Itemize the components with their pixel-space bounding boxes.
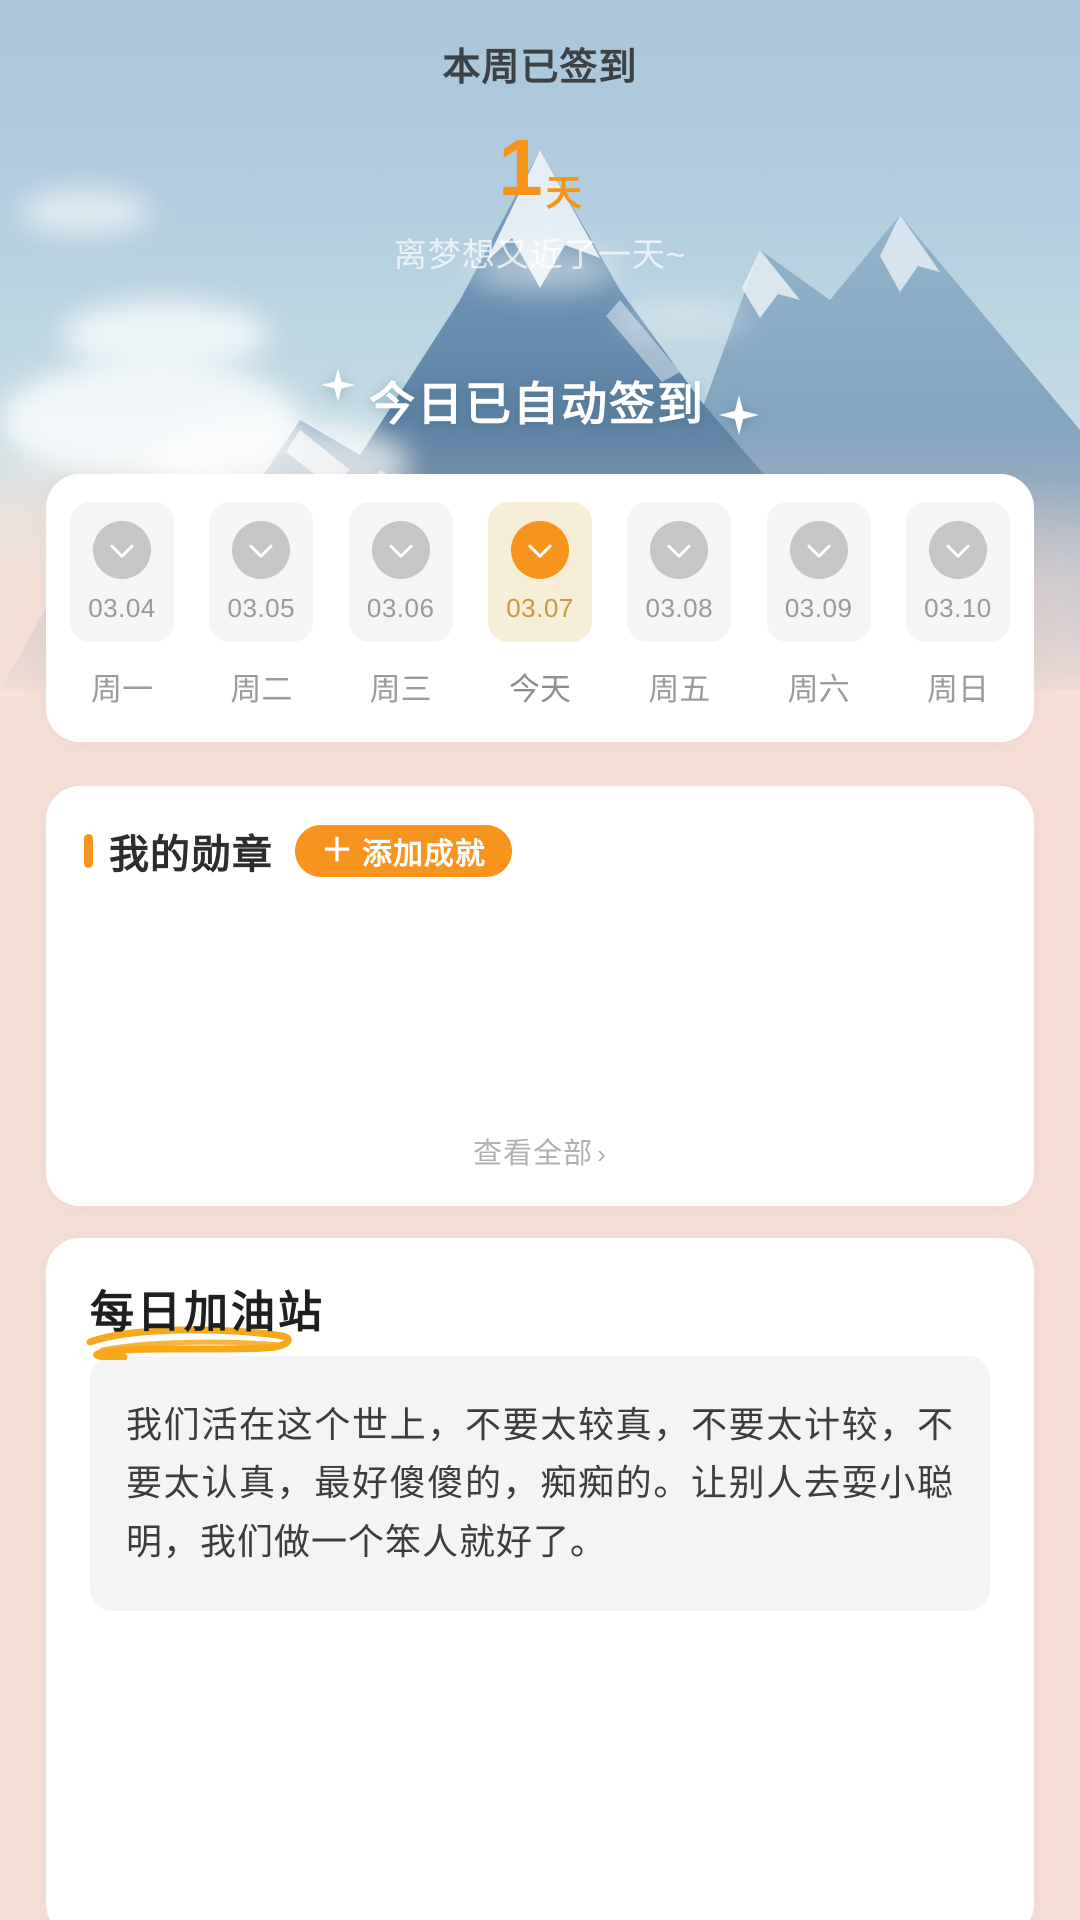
check-icon [232, 520, 291, 579]
day-tile[interactable]: 03.10 [905, 502, 1010, 642]
streak-number: 1 [498, 123, 542, 212]
view-all-badges-link[interactable]: 查看全部 › [46, 1130, 1034, 1172]
sparkle-icon [320, 367, 355, 407]
streak-counter: 1天 [0, 128, 1080, 211]
day-weekday: 周二 [230, 672, 293, 707]
day-cell[interactable]: 03.06 周三 [348, 502, 453, 709]
check-icon [650, 520, 709, 579]
day-tile[interactable]: 03.07 [487, 502, 592, 642]
day-date: 03.07 [506, 592, 574, 623]
day-date: 03.04 [88, 592, 156, 623]
page-title: 本周已签到 [442, 47, 638, 89]
day-tile[interactable]: 03.08 [627, 502, 732, 642]
day-cell[interactable]: 03.09 周六 [766, 502, 871, 709]
quote-box: 我们活在这个世上，不要太较真，不要太计较，不要太认真，最好傻傻的，痴痴的。让别人… [90, 1356, 990, 1611]
add-achievement-label: 添加成就 [362, 838, 487, 871]
streak-unit: 天 [545, 172, 582, 213]
day-date: 03.06 [366, 592, 435, 623]
weekly-checkin-card: 03.04 周一 03.05 周二 03.06 周三 03.07 今天 03.08 周五 03.09… [46, 474, 1034, 742]
my-badges-card: 我的勋章 ＋ 添加成就 查看全部 › [46, 786, 1034, 1206]
day-tile[interactable]: 03.04 [70, 502, 174, 642]
day-date: 03.10 [924, 592, 992, 623]
day-date: 03.09 [784, 592, 853, 623]
day-weekday: 周五 [648, 672, 711, 707]
daily-quote-card: 每日加油站 我们活在这个世上，不要太较真，不要太计较，不要太认真，最好傻傻的，痴… [46, 1238, 1034, 1920]
check-icon [510, 520, 569, 579]
hero-subtitle: 离梦想又近了一天~ [393, 236, 687, 273]
quote-section-title: 每日加油站 [90, 1288, 325, 1337]
view-all-label: 查看全部 [473, 1138, 594, 1170]
badges-title: 我的勋章 [109, 833, 273, 877]
quote-title-wrap: 每日加油站 [86, 1276, 325, 1361]
sparkle-icon [719, 394, 760, 440]
day-cell[interactable]: 03.04 周一 [70, 502, 174, 709]
badges-empty-area [46, 896, 1034, 1110]
day-cell[interactable]: 03.07 今天 [487, 502, 592, 709]
badges-header: 我的勋章 ＋ 添加成就 [84, 822, 513, 880]
day-cell[interactable]: 03.10 周日 [905, 502, 1010, 709]
day-weekday: 周一 [91, 672, 153, 707]
day-cell[interactable]: 03.08 周五 [627, 502, 732, 709]
quote-text: 我们活在这个世上，不要太较真，不要太计较，不要太认真，最好傻傻的，痴痴的。让别人… [126, 1404, 954, 1562]
accent-bar [84, 834, 93, 868]
check-icon [928, 520, 987, 579]
day-weekday: 周三 [369, 672, 432, 707]
check-icon [789, 520, 848, 579]
day-tile[interactable]: 03.06 [348, 502, 453, 642]
check-icon [371, 520, 430, 579]
day-weekday: 周六 [787, 672, 850, 707]
check-icon [93, 520, 151, 579]
weekday-strip: 03.04 周一 03.05 周二 03.06 周三 03.07 今天 03.08 周五 03.09… [70, 502, 1010, 709]
signin-page: 本周已签到 1天 离梦想又近了一天~ 今日已自动签到 03.04 周一 03.05 周… [0, 0, 1080, 1920]
day-date: 03.05 [227, 592, 296, 623]
day-tile[interactable]: 03.09 [766, 502, 871, 642]
day-weekday: 今天 [508, 672, 571, 707]
day-tile[interactable]: 03.05 [209, 502, 314, 642]
day-weekday: 周日 [926, 672, 989, 707]
signin-headline-row: 今日已自动签到 [0, 367, 1080, 435]
add-achievement-button[interactable]: ＋ 添加成就 [295, 825, 513, 877]
day-date: 03.08 [645, 592, 714, 623]
cloud-icon [620, 300, 750, 336]
plus-icon: ＋ [321, 832, 355, 868]
signin-headline: 今日已自动签到 [369, 378, 705, 430]
chevron-right-icon: › [597, 1139, 607, 1169]
day-cell[interactable]: 03.05 周二 [209, 502, 314, 709]
